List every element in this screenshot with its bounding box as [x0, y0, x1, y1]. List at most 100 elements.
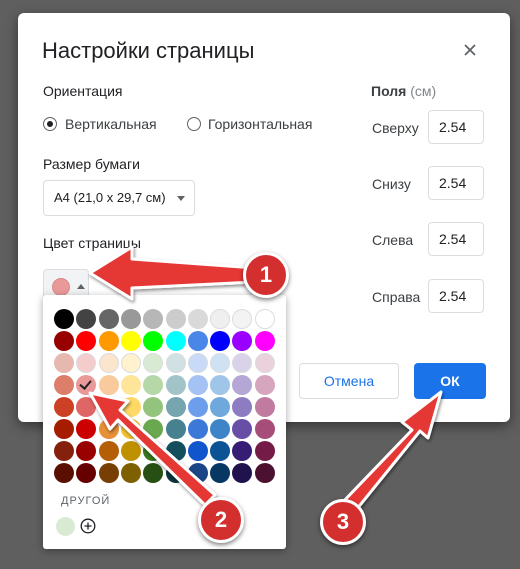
- palette-color-swatch[interactable]: [210, 397, 231, 417]
- palette-color-swatch[interactable]: [232, 463, 253, 483]
- palette-color-swatch[interactable]: [254, 331, 275, 351]
- orientation-label: Ориентация: [43, 83, 123, 99]
- palette-color-swatch[interactable]: [54, 441, 74, 461]
- palette-color-swatch[interactable]: [232, 397, 253, 417]
- palette-color-swatch[interactable]: [143, 375, 164, 395]
- palette-color-swatch[interactable]: [54, 309, 74, 329]
- palette-color-swatch[interactable]: [120, 419, 141, 439]
- palette-color-swatch[interactable]: [210, 353, 231, 373]
- palette-color-swatch[interactable]: [165, 309, 186, 329]
- palette-color-swatch[interactable]: [98, 397, 119, 417]
- palette-color-swatch[interactable]: [254, 441, 275, 461]
- palette-color-swatch[interactable]: [165, 397, 186, 417]
- palette-color-swatch[interactable]: [232, 309, 253, 329]
- margins-unit: (см): [410, 83, 437, 99]
- add-custom-color-icon[interactable]: [80, 518, 96, 534]
- page-color-label: Цвет страницы: [43, 235, 141, 251]
- palette-color-swatch[interactable]: [165, 331, 186, 351]
- palette-color-swatch[interactable]: [98, 419, 119, 439]
- palette-color-swatch[interactable]: [210, 463, 231, 483]
- palette-color-swatch[interactable]: [165, 353, 186, 373]
- margin-right-label: Справа: [372, 289, 421, 305]
- margin-left-input[interactable]: [428, 222, 484, 256]
- palette-color-swatch[interactable]: [143, 441, 164, 461]
- palette-color-swatch[interactable]: [76, 463, 97, 483]
- palette-color-swatch[interactable]: [98, 309, 119, 329]
- palette-color-swatch[interactable]: [143, 463, 164, 483]
- palette-color-swatch[interactable]: [187, 397, 208, 417]
- palette-color-swatch[interactable]: [232, 441, 253, 461]
- palette-color-swatch[interactable]: [76, 419, 97, 439]
- radio-landscape[interactable]: [187, 117, 201, 131]
- palette-color-swatch[interactable]: [165, 375, 186, 395]
- margin-right-input[interactable]: [428, 279, 484, 313]
- palette-color-swatch[interactable]: [165, 419, 186, 439]
- palette-color-swatch[interactable]: [232, 419, 253, 439]
- margin-top-input[interactable]: [428, 110, 484, 144]
- palette-color-swatch[interactable]: [187, 331, 208, 351]
- palette-color-swatch[interactable]: [143, 309, 164, 329]
- palette-color-swatch[interactable]: [98, 353, 119, 373]
- palette-color-swatch[interactable]: [232, 375, 253, 395]
- palette-color-swatch[interactable]: [210, 441, 231, 461]
- palette-color-swatch[interactable]: [187, 353, 208, 373]
- palette-color-swatch[interactable]: [143, 419, 164, 439]
- palette-color-swatch[interactable]: [210, 375, 231, 395]
- palette-color-swatch[interactable]: [120, 375, 141, 395]
- palette-color-swatch[interactable]: [254, 353, 275, 373]
- palette-color-swatch[interactable]: [76, 397, 97, 417]
- portrait-label[interactable]: Вертикальная: [65, 116, 157, 132]
- palette-color-swatch[interactable]: [254, 375, 275, 395]
- palette-color-swatch[interactable]: [76, 441, 97, 461]
- palette-color-swatch[interactable]: [54, 463, 74, 483]
- palette-color-swatch[interactable]: [232, 331, 253, 351]
- palette-color-swatch[interactable]: [187, 309, 208, 329]
- cancel-button[interactable]: Отмена: [299, 363, 399, 399]
- ok-button[interactable]: ОК: [414, 363, 486, 399]
- palette-color-swatch[interactable]: [120, 441, 141, 461]
- margin-bottom-input[interactable]: [428, 166, 484, 200]
- palette-color-swatch[interactable]: [98, 441, 119, 461]
- palette-color-swatch[interactable]: [210, 309, 231, 329]
- palette-color-swatch[interactable]: [54, 375, 74, 395]
- palette-color-swatch[interactable]: [232, 353, 253, 373]
- palette-color-swatch[interactable]: [98, 331, 119, 351]
- palette-color-swatch[interactable]: [210, 419, 231, 439]
- palette-color-swatch[interactable]: [165, 463, 186, 483]
- palette-color-swatch[interactable]: [120, 331, 141, 351]
- palette-color-swatch[interactable]: [98, 375, 119, 395]
- palette-color-swatch[interactable]: [254, 419, 275, 439]
- palette-color-swatch[interactable]: [120, 353, 141, 373]
- palette-color-swatch[interactable]: [210, 331, 231, 351]
- close-icon[interactable]: [462, 42, 478, 58]
- palette-color-swatch[interactable]: [165, 441, 186, 461]
- palette-color-swatch[interactable]: [187, 419, 208, 439]
- custom-color-dot[interactable]: [56, 517, 75, 536]
- landscape-label[interactable]: Горизонтальная: [208, 116, 312, 132]
- radio-portrait[interactable]: [43, 117, 57, 131]
- palette-color-swatch[interactable]: [187, 375, 208, 395]
- palette-color-swatch[interactable]: [76, 309, 97, 329]
- palette-color-swatch[interactable]: [120, 463, 141, 483]
- palette-color-swatch[interactable]: [54, 331, 74, 351]
- palette-color-swatch[interactable]: [254, 397, 275, 417]
- palette-color-swatch[interactable]: [54, 419, 74, 439]
- palette-color-swatch[interactable]: [143, 353, 164, 373]
- palette-color-swatch[interactable]: [76, 331, 97, 351]
- callout-badge-2: 2: [198, 497, 244, 543]
- palette-color-swatch[interactable]: [143, 397, 164, 417]
- palette-color-swatch[interactable]: [254, 309, 275, 329]
- palette-color-swatch[interactable]: [54, 397, 74, 417]
- palette-color-swatch[interactable]: [76, 375, 97, 395]
- palette-color-swatch[interactable]: [187, 441, 208, 461]
- palette-color-swatch[interactable]: [187, 463, 208, 483]
- paper-size-select[interactable]: A4 (21,0 x 29,7 см): [43, 180, 195, 216]
- palette-color-swatch[interactable]: [76, 353, 97, 373]
- palette-color-swatch[interactable]: [143, 331, 164, 351]
- margin-top-label: Сверху: [372, 120, 419, 136]
- palette-color-swatch[interactable]: [98, 463, 119, 483]
- palette-color-swatch[interactable]: [120, 309, 141, 329]
- palette-color-swatch[interactable]: [254, 463, 275, 483]
- palette-color-swatch[interactable]: [120, 397, 141, 417]
- palette-color-swatch[interactable]: [54, 353, 74, 373]
